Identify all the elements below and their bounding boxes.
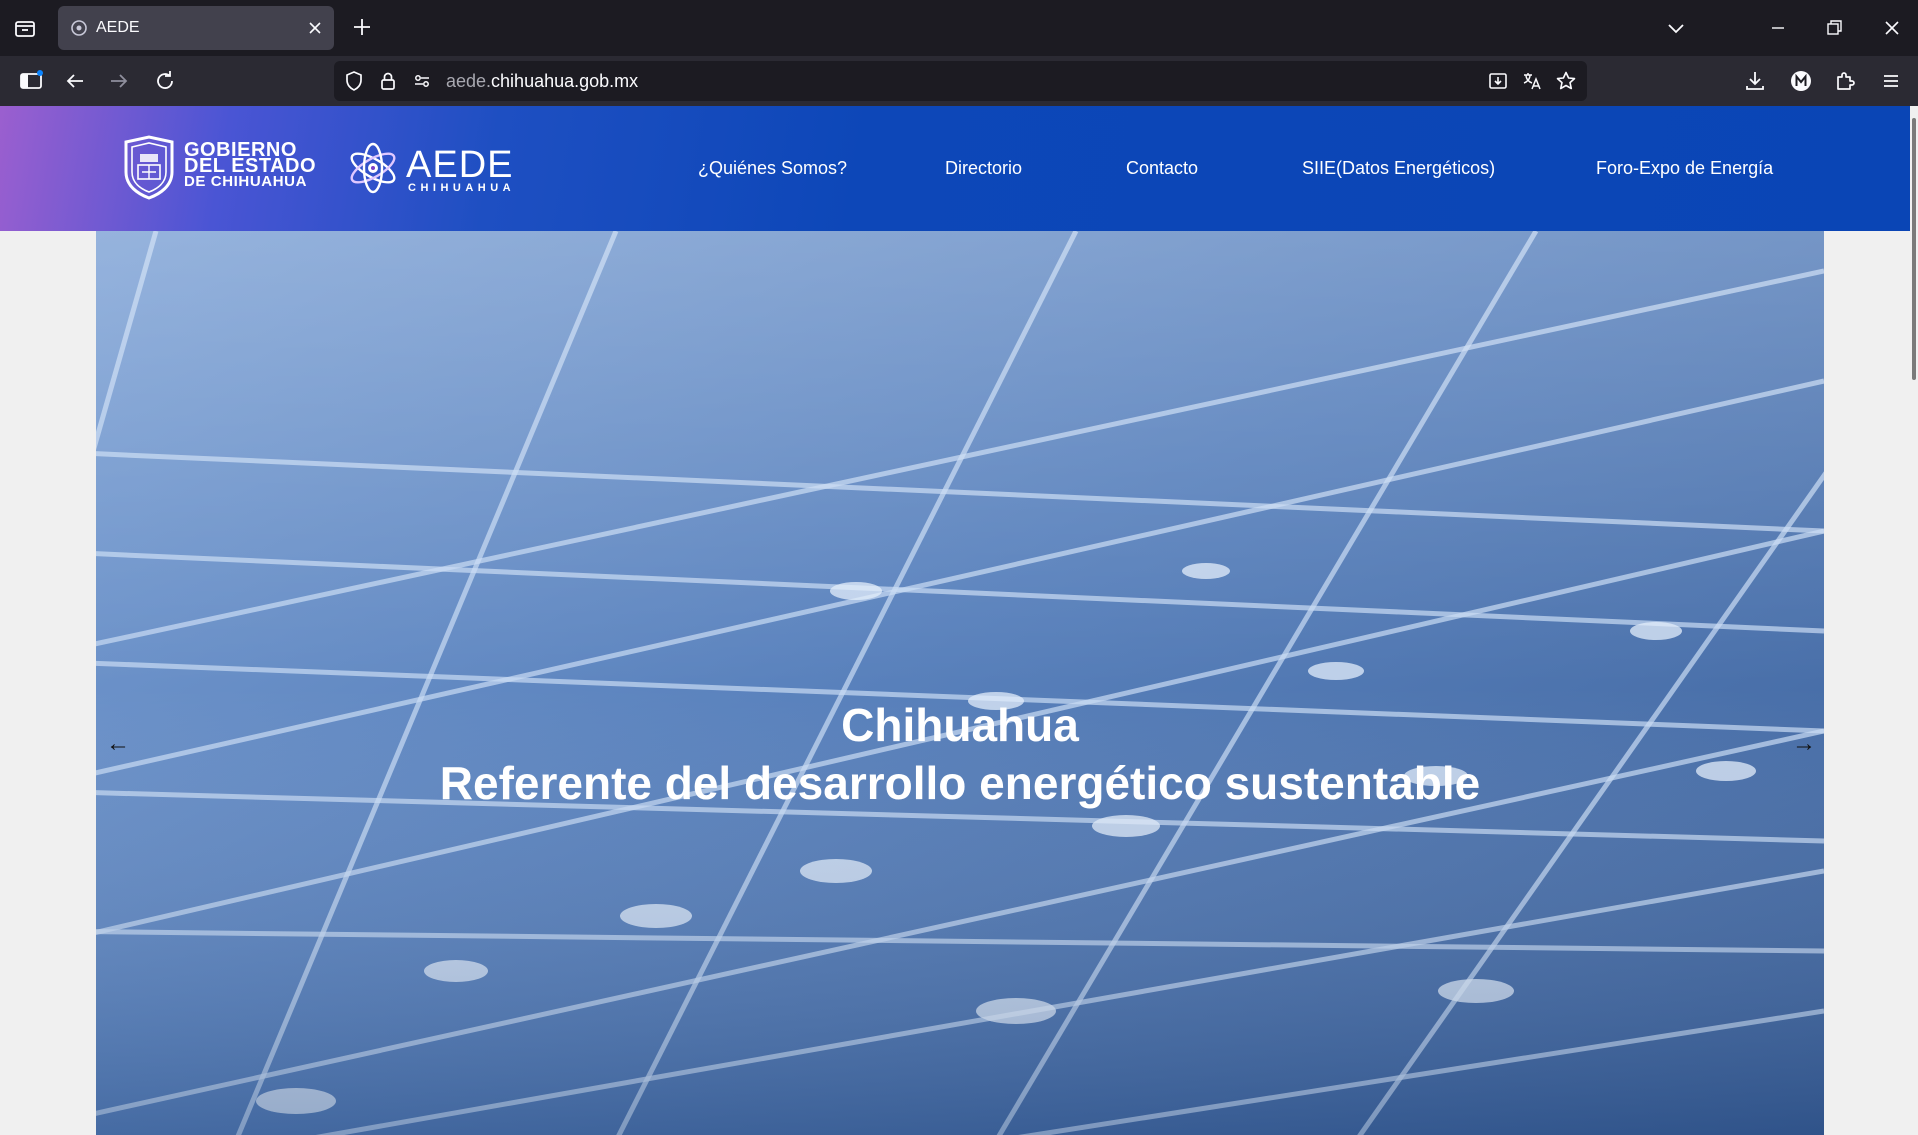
page-viewport: GOBIERNO DEL ESTADO DE CHIHUAHUA AEDE CH… xyxy=(0,106,1918,1135)
sidebar-toggle-icon[interactable] xyxy=(16,66,46,96)
gobierno-chihuahua-logo[interactable]: GOBIERNO DEL ESTADO DE CHIHUAHUA xyxy=(118,134,318,202)
downloads-icon[interactable] xyxy=(1740,66,1770,96)
aede-logo-word: AEDE xyxy=(406,144,514,186)
aede-logo-sub: CHIHUAHUA xyxy=(408,182,516,194)
restore-icon[interactable] xyxy=(1820,14,1848,42)
close-tab-icon[interactable] xyxy=(304,17,326,39)
reload-icon[interactable] xyxy=(150,66,180,96)
tab-title: AEDE xyxy=(96,19,140,36)
gov-logo-line3: DE CHIHUAHUA xyxy=(184,173,308,190)
aede-favicon-icon xyxy=(70,19,88,37)
url-subdomain: aede. xyxy=(446,71,492,91)
gov-logo-text: GOBIERNO DEL ESTADO DE CHIHUAHUA xyxy=(184,140,317,190)
menu-hamburger-icon[interactable] xyxy=(1876,66,1906,96)
solar-panel-background-image xyxy=(96,231,1824,1135)
scrollbar-thumb[interactable] xyxy=(1912,118,1916,380)
minimize-icon[interactable] xyxy=(1764,14,1792,42)
nav-contacto[interactable]: Contacto xyxy=(1126,158,1198,179)
back-arrow-icon[interactable] xyxy=(60,66,90,96)
carousel-prev-arrow-icon[interactable]: ← xyxy=(106,730,130,758)
aede-atom-emblem-icon xyxy=(346,140,400,196)
site-permissions-icon[interactable] xyxy=(410,69,434,93)
extensions-puzzle-icon[interactable] xyxy=(1830,66,1860,96)
tab-aede[interactable]: AEDE xyxy=(58,6,334,50)
nav-foro-expo-energia[interactable]: Foro-Expo de Energía xyxy=(1596,158,1773,179)
install-app-icon[interactable] xyxy=(1486,69,1510,93)
tab-bar: AEDE xyxy=(0,0,1918,56)
forward-arrow-icon[interactable] xyxy=(104,66,134,96)
browser-chrome: AEDE aede.chihuahua.gob.mx xyxy=(0,0,1918,106)
close-window-icon[interactable] xyxy=(1878,14,1906,42)
tab-overflow-chevron-icon[interactable] xyxy=(1662,14,1690,42)
account-avatar-icon[interactable] xyxy=(1786,66,1816,96)
state-coat-of-arms-icon xyxy=(118,134,180,200)
bookmark-star-icon[interactable] xyxy=(1554,69,1578,93)
nav-directorio[interactable]: Directorio xyxy=(945,158,1022,179)
aede-logo[interactable]: AEDE CHIHUAHUA xyxy=(346,140,526,200)
hero-subtitle: Referente del desarrollo energético sust… xyxy=(439,757,1481,809)
page-scrollbar[interactable] xyxy=(1910,106,1918,1135)
tab-list-icon[interactable] xyxy=(10,14,40,42)
hero-title: Chihuahua xyxy=(841,699,1079,751)
navigation-toolbar: aede.chihuahua.gob.mx xyxy=(0,56,1918,106)
url-bar[interactable]: aede.chihuahua.gob.mx xyxy=(334,61,1587,101)
url-text: aede.chihuahua.gob.mx xyxy=(446,71,638,92)
tracking-protection-shield-icon[interactable] xyxy=(342,69,366,93)
translate-icon[interactable] xyxy=(1520,69,1544,93)
hero-carousel: Chihuahua Referente del desarrollo energ… xyxy=(96,231,1824,1135)
site-header: GOBIERNO DEL ESTADO DE CHIHUAHUA AEDE CH… xyxy=(0,106,1910,231)
new-tab-plus-icon[interactable] xyxy=(348,13,376,41)
url-domain: chihuahua.gob.mx xyxy=(491,71,639,91)
lock-icon[interactable] xyxy=(376,69,400,93)
nav-quienes-somos[interactable]: ¿Quiénes Somos? xyxy=(698,158,847,179)
carousel-next-arrow-icon[interactable]: → xyxy=(1792,730,1816,758)
gov-logo-line2: DEL ESTADO xyxy=(184,155,317,177)
nav-siie-datos-energeticos[interactable]: SIIE(Datos Energéticos) xyxy=(1302,158,1495,179)
